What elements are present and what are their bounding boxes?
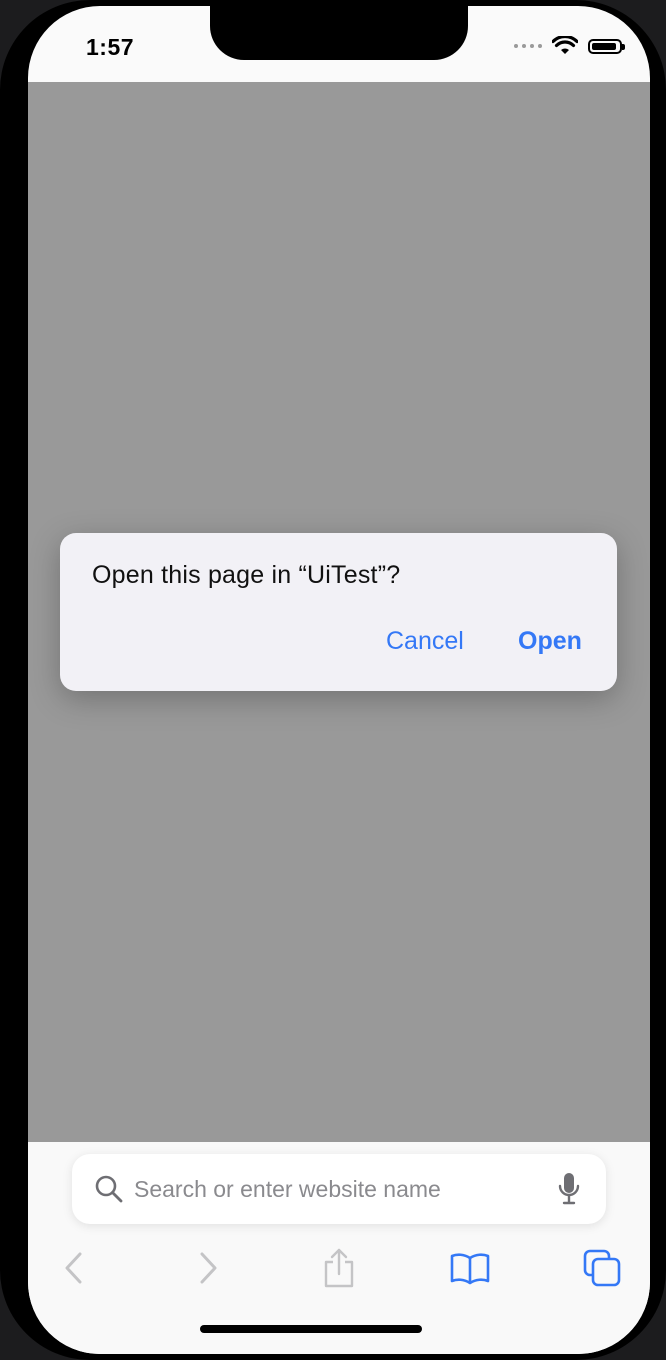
- navigation-bar: [28, 1238, 650, 1308]
- forward-icon: [200, 1252, 217, 1284]
- cancel-button[interactable]: Cancel: [386, 627, 464, 656]
- status-time: 1:57: [86, 34, 135, 60]
- open-in-app-alert: Open this page in “UiTest”? Cancel Open: [60, 533, 617, 691]
- open-button[interactable]: Open: [518, 627, 582, 656]
- status-indicators: [514, 36, 625, 56]
- share-button[interactable]: [309, 1238, 369, 1298]
- search-icon: [95, 1175, 123, 1203]
- bookmarks-icon: [450, 1253, 490, 1285]
- search-input[interactable]: [132, 1168, 536, 1210]
- notch: [210, 6, 468, 60]
- tabs-button[interactable]: [572, 1238, 632, 1298]
- battery-icon: [588, 38, 625, 54]
- screen: 1:57 Open this page in “UiTest”? Cancel …: [28, 6, 650, 1354]
- share-icon: [324, 1248, 354, 1288]
- cellular-signal-icon: [514, 44, 542, 48]
- wifi-icon: [552, 36, 578, 54]
- safari-toolbar: [28, 1142, 650, 1354]
- home-indicator[interactable]: [200, 1325, 422, 1333]
- address-bar[interactable]: [72, 1154, 606, 1224]
- tabs-icon: [583, 1249, 621, 1287]
- bookmarks-button[interactable]: [440, 1238, 500, 1298]
- forward-button[interactable]: [178, 1238, 238, 1298]
- back-icon: [65, 1252, 82, 1284]
- back-button[interactable]: [44, 1238, 104, 1298]
- phone-frame: 1:57 Open this page in “UiTest”? Cancel …: [0, 0, 666, 1360]
- alert-message: Open this page in “UiTest”?: [92, 561, 401, 589]
- microphone-icon[interactable]: [558, 1172, 580, 1206]
